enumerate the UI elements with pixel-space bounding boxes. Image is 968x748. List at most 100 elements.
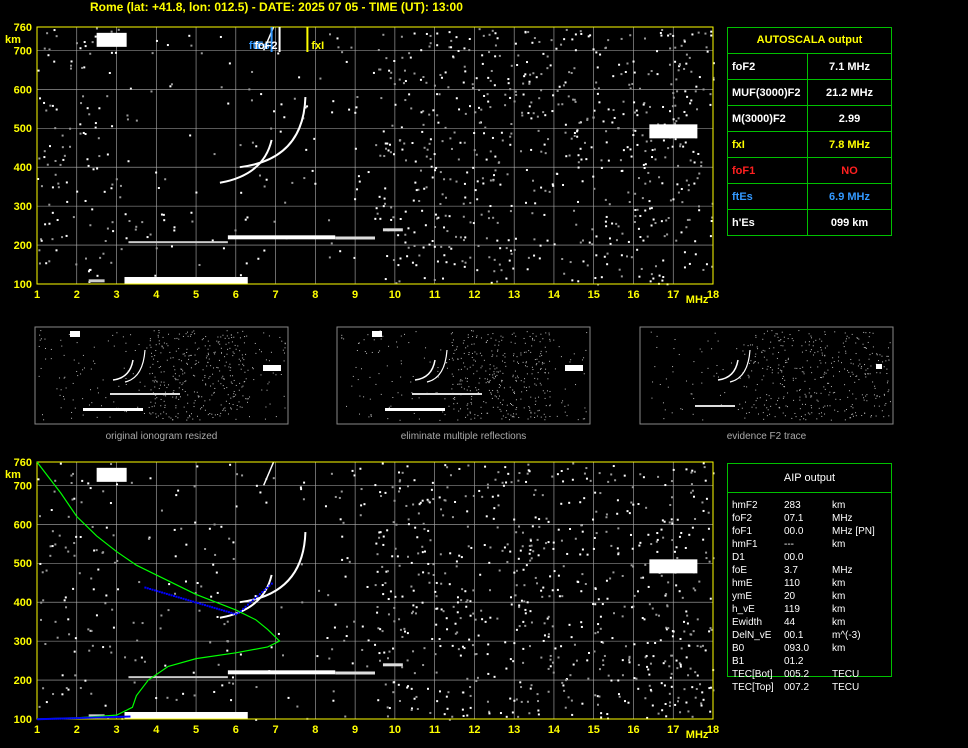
thumbnail-dot: [194, 363, 196, 365]
noise-dot: [434, 590, 437, 593]
thumbnail-dot: [245, 353, 247, 355]
thumbnail-dot: [194, 400, 196, 402]
noise-dot: [505, 481, 508, 484]
thumbnail-dot: [194, 342, 196, 344]
thumbnail-dot: [513, 360, 515, 362]
noise-dot: [182, 692, 185, 695]
thumbnail-dot: [518, 417, 520, 419]
noise-dot: [598, 668, 601, 671]
noise-dot: [374, 484, 377, 487]
noise-dot: [110, 51, 113, 54]
noise-dot: [628, 661, 631, 664]
thumbnail-dot: [756, 397, 758, 399]
noise-dot: [444, 214, 447, 217]
noise-dot: [407, 523, 410, 526]
noise-dot: [629, 148, 632, 151]
thumbnail-dot: [540, 350, 542, 352]
thumbnail-dot: [177, 379, 179, 381]
thumbnail-dot: [823, 386, 825, 388]
thumbnail-dot: [164, 384, 166, 386]
thumbnail-dot: [187, 402, 189, 404]
noise-dot: [515, 569, 518, 572]
noise-dot: [674, 122, 677, 125]
noise-dot: [455, 560, 458, 563]
thumbnail-dot: [570, 359, 572, 361]
noise-dot: [649, 688, 652, 691]
thumbnail-dot: [283, 352, 285, 354]
noise-dot: [586, 117, 589, 120]
thumbnail-dot: [150, 401, 152, 403]
noise-dot: [263, 185, 266, 188]
thumbnail-dot: [512, 389, 514, 391]
noise-dot: [679, 711, 682, 714]
thumbnail-dot: [207, 361, 209, 363]
noise-dot: [696, 618, 699, 621]
noise-dot: [414, 526, 417, 529]
noise-dot: [641, 134, 644, 137]
thumbnail-dot: [160, 413, 162, 415]
thumbnail-dot: [465, 377, 467, 379]
thumbnail-dot: [564, 405, 566, 407]
noise-dot: [75, 42, 78, 45]
noise-dot: [671, 522, 674, 525]
noise-dot: [255, 686, 258, 689]
thumbnail-dot: [91, 402, 93, 404]
noise-dot: [530, 684, 533, 687]
thumbnail-dot: [549, 338, 551, 340]
thumbnail-dot: [463, 340, 465, 342]
noise-dot: [606, 252, 609, 255]
f2-extraordinary-trace: [239, 97, 307, 169]
thumbnail-dot: [223, 377, 225, 379]
noise-dot: [587, 35, 590, 38]
true-height-point: [80, 716, 83, 719]
thumbnail-dot: [139, 381, 141, 383]
noise-dot: [62, 158, 65, 161]
thumbnail-dot: [548, 332, 550, 334]
noise-dot: [162, 213, 165, 216]
noise-dot: [398, 699, 401, 702]
thumbnail-dot: [418, 397, 420, 399]
true-height-point: [215, 607, 218, 610]
thumbnail-dot: [88, 404, 90, 406]
noise-dot: [683, 630, 686, 633]
thumbnail-dot: [756, 346, 758, 348]
thumbnail-dot: [233, 352, 235, 354]
thumbnail-dot: [201, 407, 203, 409]
noise-dot: [703, 466, 706, 469]
noise-dot: [690, 70, 693, 73]
thumbnail-dot: [486, 378, 488, 380]
thumbnail-dot: [178, 375, 180, 377]
noise-dot: [597, 87, 600, 90]
thumbnail-dot: [802, 366, 804, 368]
noise-dot: [38, 249, 41, 252]
noise-dot: [293, 97, 296, 100]
noise-dot: [471, 83, 474, 86]
thumbnail-dot: [540, 333, 542, 335]
noise-dot: [652, 218, 655, 221]
true-height-point: [126, 715, 129, 718]
thumbnail-dot: [883, 393, 885, 395]
thumbnail-dot: [187, 331, 189, 333]
true-height-point: [118, 715, 121, 718]
noise-dot: [528, 105, 531, 108]
noise-dot: [655, 613, 658, 616]
thumbnail-dot: [858, 379, 860, 381]
thumbnail-dot: [198, 347, 200, 349]
noise-dot: [105, 526, 108, 529]
noise-dot: [37, 69, 40, 72]
thumbnail-dot: [478, 382, 480, 384]
noise-dot: [217, 663, 220, 666]
thumbnail-dot: [218, 359, 220, 361]
noise-dot: [630, 501, 633, 504]
noise-dot: [38, 262, 41, 265]
noise-dot: [461, 588, 464, 591]
autoscala-row: foF1 NO: [728, 158, 891, 184]
thumbnail-dot: [545, 351, 547, 353]
thumbnail-dot: [452, 375, 454, 377]
thumbnail-dot: [763, 418, 765, 420]
thumbnail-dot: [377, 351, 379, 353]
noise-dot: [473, 149, 476, 152]
noise-dot: [583, 472, 586, 475]
noise-dot: [270, 646, 273, 649]
thumbnail-dot: [151, 406, 153, 408]
